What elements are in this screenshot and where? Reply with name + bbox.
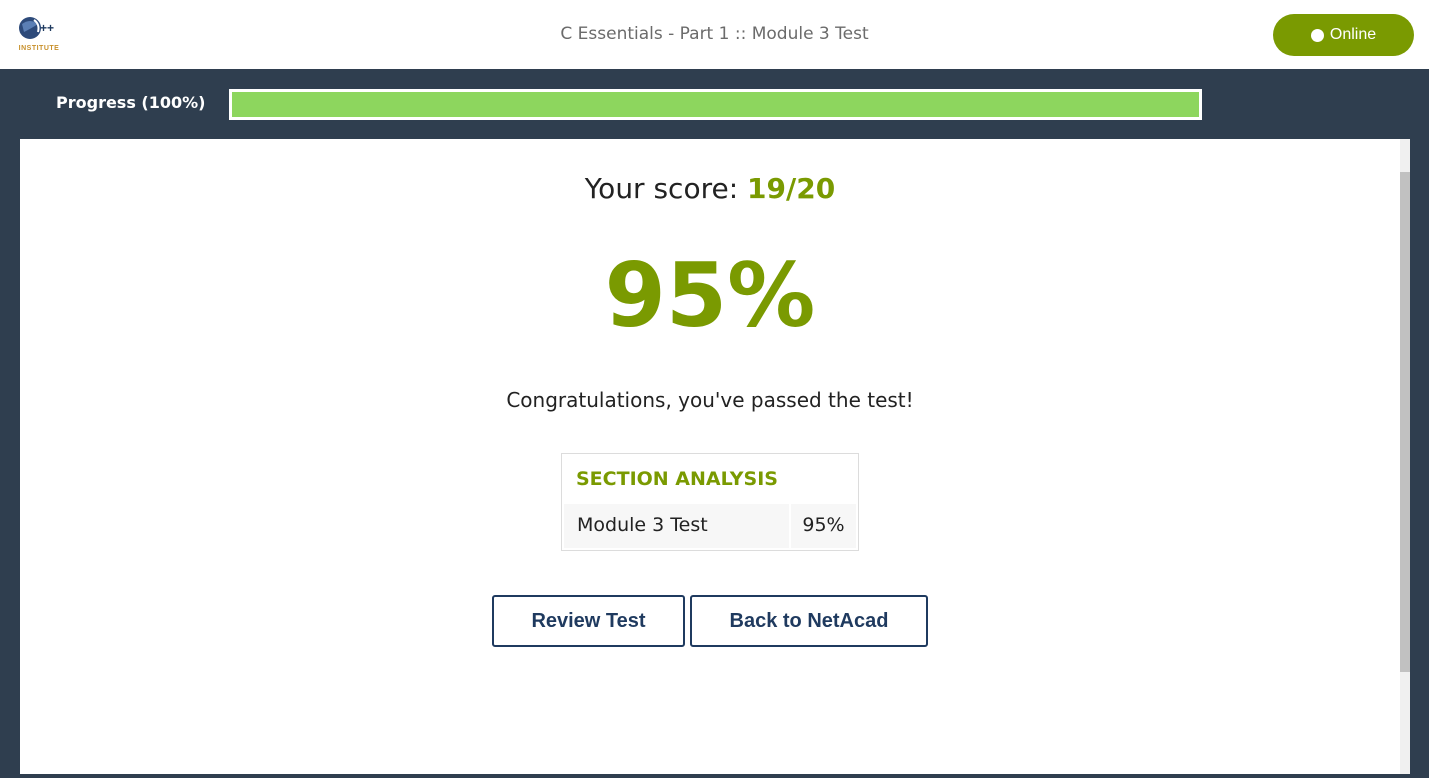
page-title: C Essentials - Part 1 :: Module 3 Test xyxy=(560,24,869,44)
score-percent: 95% xyxy=(604,244,816,347)
online-status-button[interactable]: Online xyxy=(1273,14,1414,56)
logo-text: INSTITUTE xyxy=(18,45,60,52)
progress-bar xyxy=(229,89,1202,120)
back-to-netacad-button[interactable]: Back to NetAcad xyxy=(690,595,928,647)
scrollbar[interactable] xyxy=(1400,139,1410,774)
section-score: 95% xyxy=(791,504,856,548)
section-name: Module 3 Test xyxy=(564,504,789,548)
scrollbar-thumb[interactable] xyxy=(1400,172,1410,672)
review-test-button[interactable]: Review Test xyxy=(492,595,685,647)
table-row: Module 3 Test 95% xyxy=(564,504,856,548)
score-line: Your score: 19/20 xyxy=(0,172,1420,205)
top-bar: ++ INSTITUTE C Essentials - Part 1 :: Mo… xyxy=(0,0,1429,69)
score-value: 19/20 xyxy=(747,172,836,205)
online-status-label: Online xyxy=(1329,26,1377,43)
status-dot-icon xyxy=(1310,28,1324,42)
pass-message: Congratulations, you've passed the test! xyxy=(506,388,914,412)
section-analysis-table: SECTION ANALYSIS Module 3 Test 95% xyxy=(561,453,859,551)
section-analysis-title: SECTION ANALYSIS xyxy=(576,468,778,490)
score-prefix: Your score: xyxy=(584,172,739,205)
progress-bar-fill xyxy=(232,92,1199,117)
progress-label: Progress (100%) xyxy=(56,93,206,112)
